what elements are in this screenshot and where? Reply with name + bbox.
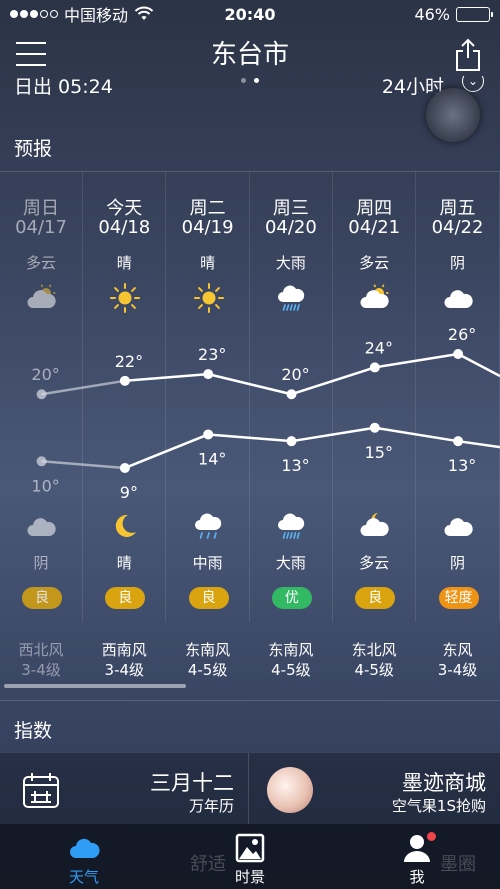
cloudy-icon <box>27 518 56 536</box>
menu-icon-bar <box>16 53 46 55</box>
lunar-date: 三月十二 <box>150 771 234 795</box>
tab-scenes-label: 时景 <box>234 868 265 886</box>
wind-direction: 西北风 <box>18 641 64 659</box>
battery-icon <box>456 6 493 22</box>
air-fruit-icon <box>267 767 313 813</box>
wind-level: 3-4级 <box>437 661 478 679</box>
wind-level: 3-4级 <box>104 661 145 679</box>
wind-level: 4-5级 <box>271 661 311 679</box>
wind-level: 4-5级 <box>354 661 394 679</box>
lunar-calendar-card[interactable]: 三月十二 万年历 <box>0 753 248 825</box>
wind-direction: 东北风 <box>351 641 397 659</box>
tab-me-label: 我 <box>409 868 425 886</box>
wind-direction: 西南风 <box>101 641 147 659</box>
day-condition: 阴 <box>449 254 465 272</box>
night-condition: 中雨 <box>192 554 223 572</box>
cloudy-icon <box>444 290 473 308</box>
aqi-badge[interactable]: 良 <box>22 587 62 609</box>
cloud-icon <box>70 838 100 858</box>
store-card[interactable]: 墨迹商城 空气果1S抢购 <box>249 753 500 825</box>
night-condition: 阴 <box>33 554 49 572</box>
share-icon[interactable] <box>454 38 482 72</box>
tab-me[interactable]: 我 <box>377 824 457 889</box>
sunrise-time: 日出 05:24 <box>14 76 113 98</box>
sun-icon <box>110 283 141 313</box>
notification-badge <box>427 832 436 841</box>
wind-direction: 东南风 <box>185 641 231 659</box>
wifi-icon <box>134 6 154 20</box>
day-date: 04/18 <box>98 217 151 238</box>
carrier-label: 中国移动 <box>64 6 129 25</box>
wind-direction: 东风 <box>442 641 473 659</box>
wind-direction: 东南风 <box>268 641 314 659</box>
day-date: 04/22 <box>431 217 484 238</box>
forecast-section-title: 预报 <box>14 138 53 160</box>
floating-assistive-button[interactable] <box>426 88 480 142</box>
tab-bar: 舒适 墨圈 天气 时景 我 <box>0 824 500 889</box>
night-condition: 晴 <box>116 554 132 572</box>
partly-cloudy-icon <box>27 284 56 308</box>
sun-row: 日出 05:24 24小时 ⌄ <box>0 76 500 100</box>
cloudy-icon <box>444 518 473 536</box>
partly-cloudy-icon <box>360 284 389 308</box>
status-right: 46% <box>414 4 493 24</box>
day-condition: 晴 <box>116 254 132 272</box>
index-divider <box>0 700 500 701</box>
aqi-badge[interactable]: 优 <box>271 587 312 609</box>
rain-icon <box>194 513 221 539</box>
sun-icon <box>193 283 224 313</box>
forecast-day-2[interactable]: 周二 04/19 晴中雨良东南风 4-5级 <box>167 172 250 679</box>
calendar-icon <box>23 773 59 808</box>
aqi-badge[interactable]: 良 <box>355 587 396 609</box>
wind-level: 4-5级 <box>187 661 228 679</box>
forecast-scrollbar[interactable] <box>4 684 186 688</box>
forecast-day-5[interactable]: 周五 04/22 阴阴轻度 东风 3-4级 <box>417 172 500 679</box>
heavy-rain-icon <box>277 285 305 311</box>
status-left: 中国移动 <box>10 2 154 26</box>
forecast-grid[interactable]: 周日 04/17 多云阴良西北风 3-4级 今天 04/18 晴晴良西南风 3-4级 周二 04/… <box>0 172 500 692</box>
battery-percent: 46% <box>414 4 450 24</box>
day-condition: 晴 <box>200 254 216 272</box>
forecast-day-3[interactable]: 周三 04/20 大雨 大雨优东南风 4-5级 <box>250 172 333 679</box>
forecast-day-4[interactable]: 周四 04/21 多云 多云良东北风 4-5级 <box>333 172 417 679</box>
wind-level: 3-4级 <box>21 661 61 679</box>
photo-icon <box>235 833 265 863</box>
index-cards: 三月十二 万年历 墨迹商城 空气果1S抢购 <box>0 752 500 825</box>
store-promo: 空气果1S抢购 <box>391 797 486 815</box>
aqi-badge[interactable]: 良 <box>105 587 146 609</box>
menu-icon-bar <box>16 64 46 66</box>
day-condition: 大雨 <box>275 254 306 272</box>
chevron-down-icon[interactable]: ⌄ <box>462 76 484 92</box>
day-date: 04/21 <box>348 217 401 238</box>
menu-button[interactable] <box>16 42 46 68</box>
day-condition: 多云 <box>359 254 390 272</box>
heavy-rain-icon <box>277 513 305 539</box>
night-condition: 阴 <box>449 554 465 572</box>
status-bar: 中国移动 20:40 46% <box>0 0 500 28</box>
store-title: 墨迹商城 <box>402 771 486 795</box>
day-date: 04/19 <box>181 217 234 238</box>
partly-cloudy-night-icon <box>360 513 389 536</box>
city-title: 东台市 <box>210 40 289 70</box>
day-date: 04/17 <box>15 217 67 238</box>
tab-weather[interactable]: 天气 <box>44 824 124 889</box>
aqi-badge[interactable]: 良 <box>188 587 229 609</box>
aqi-badge[interactable]: 轻度 <box>438 587 479 609</box>
night-condition: 多云 <box>359 554 390 572</box>
tab-scenes[interactable]: 时景 <box>210 824 290 889</box>
index-section-title: 指数 <box>14 720 53 742</box>
night-condition: 大雨 <box>275 554 306 572</box>
forecast-day-1[interactable]: 今天 04/18 晴晴良西南风 3-4级 <box>83 172 167 679</box>
moon-icon <box>116 514 137 537</box>
tab-weather-label: 天气 <box>68 868 99 886</box>
day-date: 04/20 <box>264 217 317 238</box>
menu-icon <box>16 42 46 44</box>
signal-strength-icon <box>10 10 58 18</box>
forecast-day-0[interactable]: 周日 04/17 多云阴良西北风 3-4级 <box>0 172 83 679</box>
day-condition: 多云 <box>25 254 56 272</box>
lunar-calendar-label: 万年历 <box>188 797 234 815</box>
